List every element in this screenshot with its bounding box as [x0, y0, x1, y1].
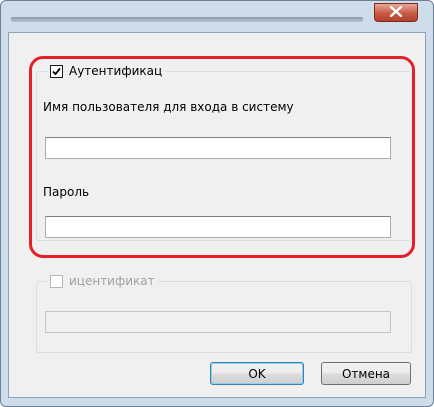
cancel-button[interactable]: Отмена: [321, 362, 411, 385]
title-text-redacted: [11, 17, 363, 22]
authentication-label: Аутентификац: [69, 64, 163, 78]
identification-field[interactable]: [45, 311, 391, 333]
password-label: Пароль: [43, 185, 90, 199]
identification-label: ицентификат: [69, 274, 155, 288]
close-button[interactable]: [374, 3, 418, 22]
dialog-client-area: Аутентификац Имя пользователя для входа …: [8, 32, 426, 398]
identification-legend: ицентификат: [47, 274, 158, 288]
close-icon: [389, 5, 403, 20]
dialog-window: Аутентификац Имя пользователя для входа …: [0, 0, 434, 407]
identification-checkbox[interactable]: [50, 274, 63, 288]
checkmark-icon: [52, 67, 61, 75]
authentication-checkbox[interactable]: [50, 64, 63, 78]
title-bar: [1, 1, 433, 31]
authentication-legend: Аутентификац: [47, 64, 166, 78]
username-label: Имя пользователя для входа в систему: [43, 100, 294, 114]
password-field[interactable]: [45, 216, 391, 238]
ok-button[interactable]: OK: [210, 362, 304, 385]
username-field[interactable]: [45, 137, 391, 159]
